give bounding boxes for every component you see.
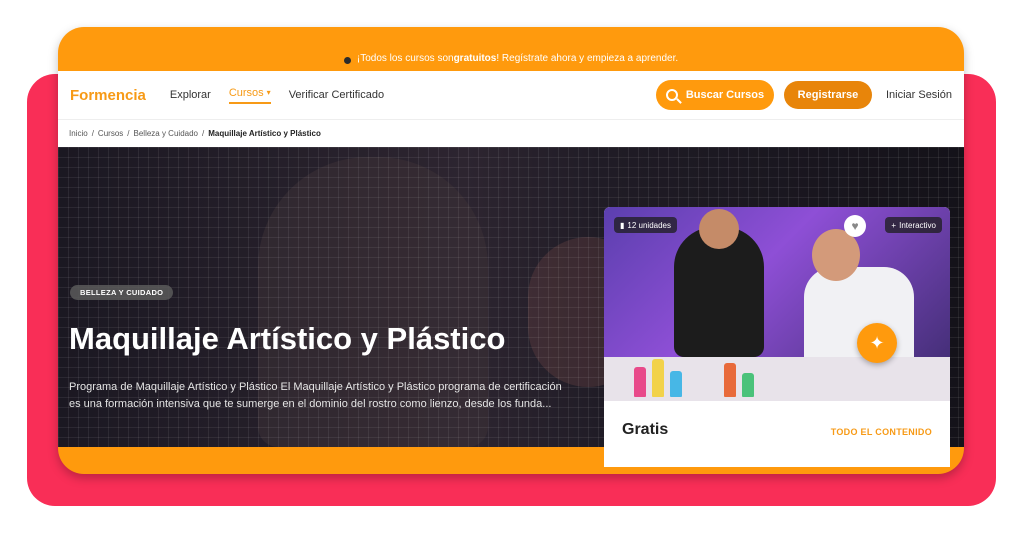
promo-bold: gratuitos <box>453 53 497 64</box>
breadcrumb: Inicio / Cursos / Belleza y Cuidado / Ma… <box>58 119 964 147</box>
category-badge: BELLEZA Y CUIDADO <box>70 285 174 300</box>
image-bottle <box>724 363 736 397</box>
breadcrumb-separator: / <box>91 129 94 138</box>
nav-courses[interactable]: Cursos ▾ <box>228 86 271 104</box>
image-bottle <box>742 373 754 397</box>
search-courses-label: Buscar Cursos <box>685 89 765 101</box>
interactive-chip: + Interactivo <box>885 217 942 233</box>
image-artist-head <box>699 209 739 249</box>
breadcrumb-home[interactable]: Inicio <box>69 129 88 138</box>
units-chip: ▮ 12 unidades <box>614 217 677 233</box>
image-bottle <box>652 359 664 397</box>
browser-window: ¡Todos los cursos son gratuitos! Regístr… <box>58 27 964 474</box>
sparkle-icon[interactable]: ✦ <box>857 323 897 363</box>
chevron-down-icon: ▾ <box>266 88 271 97</box>
all-content-link[interactable]: TODO EL CONTENIDO <box>831 427 932 437</box>
navbar: Formencia Explorar Cursos ▾ Verificar Ce… <box>58 71 964 119</box>
course-image: ▮ 12 unidades ♥ + Interactivo <box>604 207 950 401</box>
course-description: Programa de Maquillaje Artístico y Plást… <box>69 381 562 410</box>
breadcrumb-separator: / <box>201 129 205 138</box>
search-courses-button[interactable]: Buscar Cursos <box>655 80 774 110</box>
heart-icon[interactable]: ♥ <box>844 215 866 237</box>
register-button[interactable]: Registrarse <box>783 81 872 109</box>
image-bottle <box>670 371 682 397</box>
promo-bullet-icon <box>343 57 351 64</box>
promo-banner: ¡Todos los cursos son gratuitos! Regístr… <box>58 27 964 71</box>
image-bottle <box>634 367 646 397</box>
course-card[interactable]: ▮ 12 unidades ♥ + Interactivo Gratis TOD… <box>604 207 950 467</box>
promo-prefix: ¡Todos los cursos son <box>356 53 454 64</box>
nav-actions: Buscar Cursos Registrarse Iniciar Sesión <box>655 80 952 110</box>
book-icon: ▮ <box>620 220 625 230</box>
units-label: 12 unidades <box>627 220 671 230</box>
breadcrumb-category[interactable]: Belleza y Cuidado <box>134 129 198 138</box>
promo-suffix: ! Regístrate ahora y empieza a aprender. <box>496 53 679 64</box>
breadcrumb-separator: / <box>127 129 130 138</box>
breadcrumb-courses[interactable]: Cursos <box>98 129 123 138</box>
nav-explore[interactable]: Explorar <box>170 89 211 101</box>
course-title: Maquillaje Artístico y Plástico <box>69 321 506 356</box>
nav-courses-label: Cursos <box>228 86 264 99</box>
price: Gratis <box>622 421 669 438</box>
card-body: Gratis TODO EL CONTENIDO <box>604 401 950 467</box>
logo[interactable]: Formencia <box>70 87 146 104</box>
interactive-label: Interactivo <box>899 220 936 230</box>
login-link[interactable]: Iniciar Sesión <box>886 89 952 101</box>
plus-sparkle-icon: + <box>891 220 897 230</box>
nav-verify-certificate[interactable]: Verificar Certificado <box>289 89 384 101</box>
stage: ¡Todos los cursos son gratuitos! Regístr… <box>0 0 1024 536</box>
breadcrumb-current: Maquillaje Artístico y Plástico <box>208 129 321 138</box>
search-icon <box>665 89 678 101</box>
